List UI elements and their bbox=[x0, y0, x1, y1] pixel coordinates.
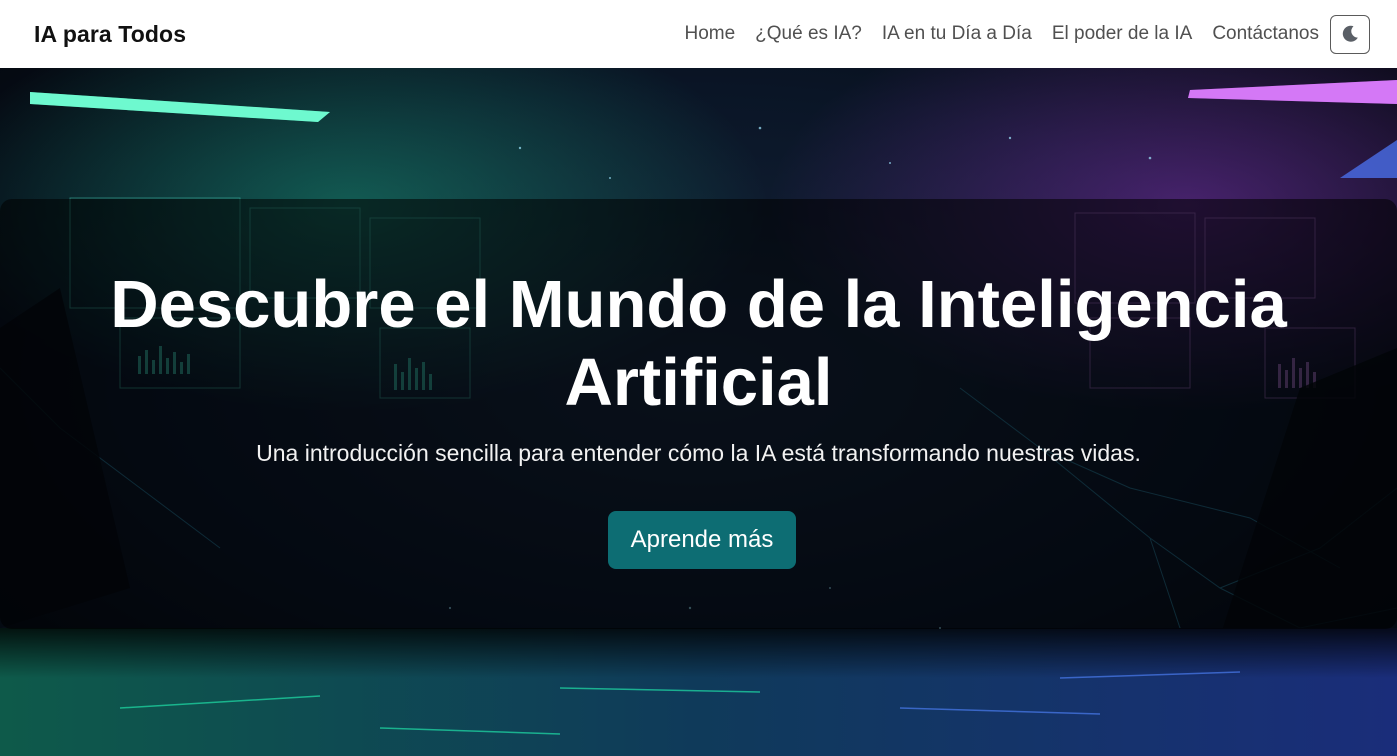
learn-more-button[interactable]: Aprende más bbox=[608, 511, 796, 569]
hero-title: Descubre el Mundo de la Inteligencia Art… bbox=[110, 267, 1287, 420]
nav-link-ia-en-tu-dia[interactable]: IA en tu Día a Día bbox=[872, 23, 1042, 45]
nav-link-poder-ia[interactable]: El poder de la IA bbox=[1042, 23, 1202, 45]
theme-toggle-button[interactable] bbox=[1330, 14, 1370, 54]
navbar: IA para Todos Home ¿Qué es IA? IA en tu … bbox=[0, 0, 1397, 68]
hero-section: Descubre el Mundo de la Inteligencia Art… bbox=[0, 68, 1397, 756]
brand-logo-text[interactable]: IA para Todos bbox=[34, 21, 186, 48]
moon-icon bbox=[1342, 25, 1358, 42]
nav-link-contactanos[interactable]: Contáctanos bbox=[1202, 23, 1329, 45]
nav-links: Home ¿Qué es IA? IA en tu Día a Día El p… bbox=[674, 14, 1370, 54]
nav-link-home[interactable]: Home bbox=[674, 23, 745, 45]
nav-link-que-es-ia[interactable]: ¿Qué es IA? bbox=[745, 23, 872, 45]
hero-subtitle: Una introducción sencilla para entender … bbox=[256, 440, 1141, 466]
